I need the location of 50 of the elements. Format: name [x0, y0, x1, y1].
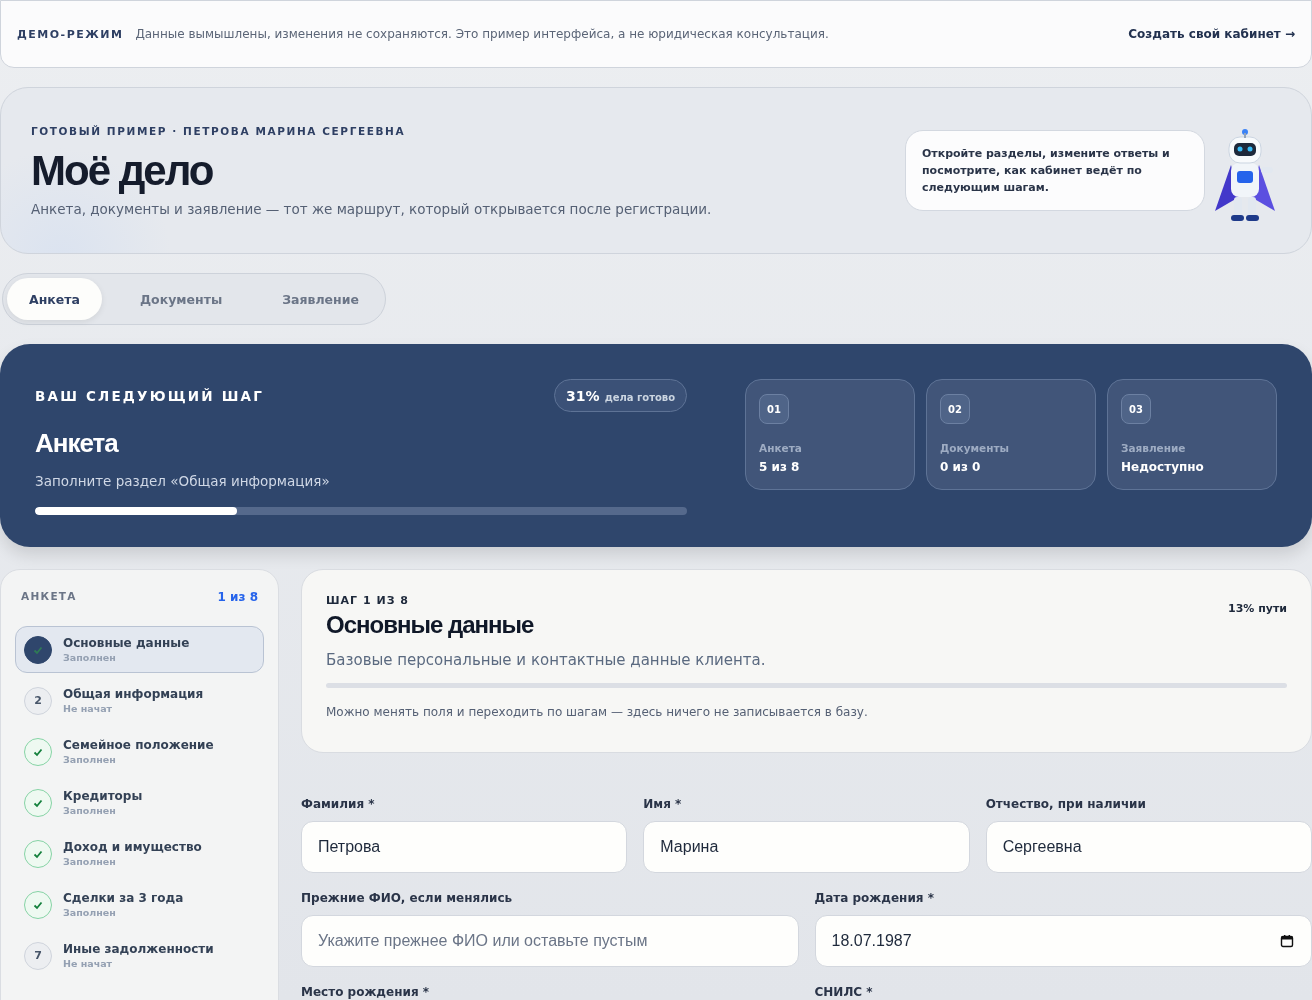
field-label: Место рождения *	[301, 985, 431, 999]
field-label: СНИЛС *	[814, 985, 874, 999]
sidebar-item[interactable]: Доход и имущество Заполнен	[15, 830, 264, 877]
field-label: Прежние ФИО, если менялись	[301, 891, 514, 905]
hero-eyebrow: ГОТОВЫЙ ПРИМЕР · ПЕТРОВА МАРИНА СЕРГЕЕВНА	[31, 124, 407, 137]
sidebar-item[interactable]: 7 Иные задолженности Не начат	[15, 932, 264, 979]
stage-number: 02	[940, 394, 970, 424]
speech-bubble: Откройте разделы, измените ответы и посмотрите, как кабинет ведёт по следующим шагам.	[905, 130, 1205, 211]
input-field[interactable]: Сергеевна	[985, 821, 1312, 873]
next-step-eyebrow: ВАШ СЛЕДУЮЩИЙ ШАГ	[35, 387, 265, 404]
input-field[interactable]: Марина	[643, 821, 970, 873]
step-subtitle: Базовые персональные и контактные данные клиента.	[326, 651, 767, 669]
step-note: Можно менять поля и переходить по шагам — здесь ничего не записывается в базу.	[326, 705, 869, 719]
tab[interactable]: Заявление	[260, 278, 381, 320]
sidebar-title: АНКЕТА	[21, 590, 77, 604]
sidebar-item[interactable]: 2 Общая информация Не начат	[15, 677, 264, 724]
stage-name: Анкета	[759, 442, 802, 454]
stage-value: 0 из 0	[940, 460, 981, 474]
sidebar-item[interactable]: Семейное положение Заполнен	[15, 728, 264, 775]
field-label: Имя *	[643, 797, 683, 811]
step-counter: ШАГ 1 ИЗ 8	[326, 594, 409, 609]
step-title: Основные данные	[326, 611, 535, 639]
next-step-title: Анкета	[35, 428, 120, 459]
demo-text: Данные вымышлены, изменения не сохраняются. Это пример интерфейса, а не юридическая консультация.	[135, 27, 830, 41]
stage-number: 03	[1121, 394, 1151, 424]
stage-value: Недоступно	[1121, 460, 1204, 474]
input-field[interactable]: Петрова	[301, 821, 628, 873]
stage-value: 5 из 8	[759, 460, 800, 474]
progress-badge: 31% дела готово	[554, 379, 687, 412]
page-title: Моё дело	[31, 146, 214, 195]
field-label: Дата рождения *	[814, 891, 935, 905]
hero-subtitle: Анкета, документы и заявление — тот же маршрут, который открывается после регистрации.	[31, 200, 713, 217]
field-label: Фамилия *	[301, 797, 376, 811]
step-progress-text: 13% пути	[1228, 602, 1287, 615]
demo-label: ДЕМО-РЕЖИМ	[17, 27, 124, 41]
field-label: Отчество, при наличии	[985, 797, 1147, 811]
stage-name: Заявление	[1121, 442, 1186, 454]
sidebar-counter: 1 из 8	[217, 590, 258, 604]
sidebar-item[interactable]: Кредиторы Заполнен	[15, 779, 264, 826]
input-field[interactable]: 18.07.1987	[814, 915, 1312, 967]
stage-number: 01	[759, 394, 789, 424]
create-account-link[interactable]: Создать свой кабинет →	[1128, 27, 1295, 41]
tab[interactable]: Документы	[117, 278, 245, 320]
sidebar-item[interactable]: Сделки за 3 года Заполнен	[15, 881, 264, 928]
tab[interactable]: Анкета	[7, 278, 102, 320]
sidebar-item[interactable]: Основные данные Заполнен	[15, 626, 264, 673]
calendar-icon[interactable]	[1280, 934, 1294, 948]
stage-name: Документы	[940, 442, 1010, 454]
input-field[interactable]: Укажите прежнее ФИО или оставьте пустым	[301, 915, 799, 967]
next-step-text: Заполните раздел «Общая информация»	[35, 473, 331, 489]
